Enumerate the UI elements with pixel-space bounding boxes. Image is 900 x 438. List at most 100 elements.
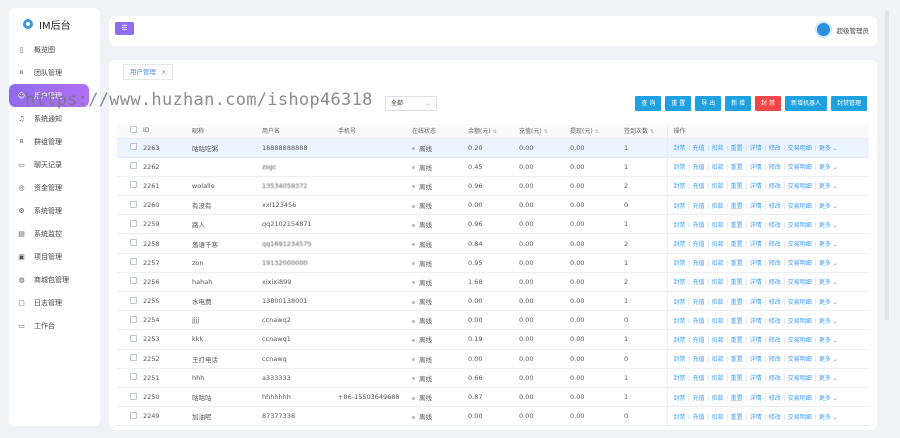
row-action-link[interactable]: 详情 — [750, 241, 762, 248]
row-action-link[interactable]: 更多 — [819, 318, 831, 325]
row-action-link[interactable]: 重置 — [731, 414, 743, 421]
table-row[interactable]: 2251 hhh a333333 离线 0.66 0.00 0.00 1 封禁 | 充值 | 扣款 | 重置… — [117, 368, 869, 388]
row-action-link[interactable]: 重置 — [731, 318, 743, 325]
row-action-link[interactable]: 封禁 — [674, 337, 686, 344]
chevron-down-icon[interactable]: ⌄ — [831, 375, 838, 382]
row-action-link[interactable]: 封禁 — [674, 241, 686, 248]
row-action-link[interactable]: 详情 — [750, 222, 762, 229]
row-action-link[interactable]: 扣款 — [712, 145, 724, 152]
row-checkbox[interactable] — [130, 181, 137, 189]
row-checkbox[interactable] — [130, 143, 137, 151]
chevron-down-icon[interactable]: ⌄ — [831, 337, 838, 344]
column-header[interactable]: 余额(元) ⇅ — [468, 124, 519, 139]
row-action-link[interactable]: 扣款 — [712, 318, 724, 325]
row-action-link[interactable]: 扣款 — [712, 279, 724, 286]
chevron-down-icon[interactable]: ⌄ — [831, 318, 838, 325]
toolbar-button[interactable]: 导 出 — [695, 96, 722, 111]
menu-toggle-button[interactable]: ☰ — [115, 22, 134, 35]
row-action-link[interactable]: 交易明细 — [788, 299, 812, 306]
row-action-link[interactable]: 更多 — [819, 375, 831, 382]
row-action-link[interactable]: 封禁 — [674, 318, 686, 325]
row-action-link[interactable]: 充值 — [693, 145, 705, 152]
row-action-link[interactable]: 修改 — [769, 222, 781, 229]
admin-menu[interactable]: 超级管理员 — [814, 21, 869, 38]
row-action-link[interactable]: 封禁 — [674, 145, 686, 152]
row-checkbox[interactable] — [130, 373, 137, 381]
row-action-link[interactable]: 充值 — [693, 375, 705, 382]
row-checkbox[interactable] — [130, 354, 137, 362]
row-action-link[interactable]: 重置 — [731, 203, 743, 210]
close-icon[interactable]: × — [161, 68, 166, 76]
row-action-link[interactable]: 扣款 — [712, 356, 724, 363]
row-action-link[interactable]: 封禁 — [674, 299, 686, 306]
row-action-link[interactable]: 封禁 — [674, 356, 686, 363]
row-action-link[interactable]: 更多 — [819, 145, 831, 152]
table-row[interactable]: 2257 zon 19132000000 离线 0.95 0.00 0.00 1 封禁 | 充值 | 扣… — [117, 253, 869, 273]
sidebar-item[interactable]: ጸ 群组管理 — [9, 130, 100, 153]
row-action-link[interactable]: 封禁 — [674, 183, 686, 190]
row-action-link[interactable]: 详情 — [750, 183, 762, 190]
row-action-link[interactable]: 充值 — [693, 356, 705, 363]
row-action-link[interactable]: 详情 — [750, 203, 762, 210]
row-action-link[interactable]: 封禁 — [674, 414, 686, 421]
row-action-link[interactable]: 交易明细 — [788, 260, 812, 267]
table-row[interactable]: 2261 wolalle 13534059372 离线 0.96 0.00 0.00 2 封禁 |… — [117, 176, 869, 197]
row-action-link[interactable]: 交易明细 — [788, 375, 812, 382]
row-action-link[interactable]: 更多 — [819, 203, 831, 210]
row-action-link[interactable]: 重置 — [731, 337, 743, 344]
page-scrollbar[interactable] — [885, 10, 889, 320]
toolbar-button[interactable]: 查 询 — [635, 96, 662, 111]
sort-icon[interactable]: ⇅ — [493, 129, 497, 135]
table-row[interactable]: 2260 有没有 xxl123456 离线 0.00 0.00 0.00 0 封禁 | 充值 | 扣款 |… — [117, 195, 869, 216]
row-action-link[interactable]: 详情 — [750, 145, 762, 152]
sort-icon[interactable]: ⇅ — [650, 129, 654, 135]
row-action-link[interactable]: 修改 — [769, 279, 781, 286]
row-action-link[interactable]: 交易明细 — [788, 222, 812, 229]
chevron-down-icon[interactable]: ⌄ — [831, 414, 838, 421]
row-checkbox[interactable] — [130, 315, 137, 323]
row-action-link[interactable]: 交易明细 — [788, 279, 812, 286]
row-action-link[interactable]: 扣款 — [712, 414, 724, 421]
row-action-link[interactable]: 修改 — [769, 164, 781, 171]
row-action-link[interactable]: 封禁 — [674, 164, 686, 171]
sidebar-item[interactable]: ጰ 团队管理 — [9, 61, 100, 84]
row-action-link[interactable]: 交易明细 — [788, 395, 812, 402]
row-action-link[interactable]: 交易明细 — [788, 318, 812, 325]
row-action-link[interactable]: 详情 — [750, 356, 762, 363]
sort-icon[interactable]: ⇅ — [544, 129, 548, 135]
row-action-link[interactable]: 详情 — [750, 299, 762, 306]
row-action-link[interactable]: 扣款 — [712, 164, 724, 171]
row-action-link[interactable]: 交易明细 — [788, 145, 812, 152]
row-action-link[interactable]: 更多 — [819, 299, 831, 306]
row-action-link[interactable]: 修改 — [769, 414, 781, 421]
row-action-link[interactable]: 交易明细 — [788, 241, 812, 248]
row-checkbox[interactable] — [130, 411, 137, 419]
chevron-down-icon[interactable]: ⌄ — [831, 183, 838, 190]
row-action-link[interactable]: 更多 — [819, 356, 831, 363]
row-action-link[interactable]: 充值 — [693, 279, 705, 286]
row-checkbox[interactable] — [130, 296, 137, 304]
row-action-link[interactable]: 修改 — [769, 203, 781, 210]
row-checkbox[interactable] — [130, 162, 137, 170]
row-action-link[interactable]: 更多 — [819, 222, 831, 229]
row-action-link[interactable]: 重置 — [731, 241, 743, 248]
row-action-link[interactable]: 重置 — [731, 279, 743, 286]
row-action-link[interactable]: 充值 — [693, 414, 705, 421]
row-action-link[interactable]: 更多 — [819, 395, 831, 402]
column-header[interactable]: 签到次数 ⇅ — [624, 124, 667, 139]
sidebar-item[interactable]: ▣ 项目管理 — [9, 245, 100, 268]
row-action-link[interactable]: 重置 — [731, 395, 743, 402]
chevron-down-icon[interactable]: ⌄ — [831, 395, 838, 402]
row-action-link[interactable]: 详情 — [750, 318, 762, 325]
row-action-link[interactable]: 修改 — [769, 318, 781, 325]
column-header[interactable]: 充值(元) ⇅ — [519, 124, 570, 139]
row-action-link[interactable]: 重置 — [731, 375, 743, 382]
row-action-link[interactable]: 扣款 — [712, 222, 724, 229]
sidebar-item[interactable]: ☺ 用户管理 — [9, 84, 89, 107]
chevron-down-icon[interactable]: ⌄ — [831, 145, 838, 152]
row-action-link[interactable]: 充值 — [693, 318, 705, 325]
row-action-link[interactable]: 交易明细 — [788, 414, 812, 421]
row-action-link[interactable]: 修改 — [769, 145, 781, 152]
table-row[interactable]: 2256 hahah xixixi899 离线 1.68 0.00 0.00 2 封禁 | 充值 | 扣… — [117, 272, 869, 293]
row-action-link[interactable]: 详情 — [750, 375, 762, 382]
